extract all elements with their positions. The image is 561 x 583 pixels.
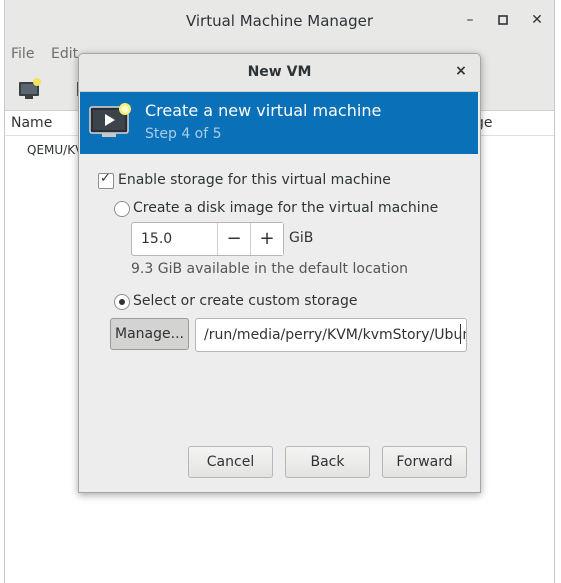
manage-button[interactable]: Manage...: [110, 318, 189, 350]
text-cursor: [460, 324, 461, 344]
minimize-icon[interactable]: –: [460, 10, 480, 30]
cancel-button[interactable]: Cancel: [188, 446, 273, 478]
wizard-title: Create a new virtual machine: [145, 101, 382, 120]
forward-button[interactable]: Forward: [382, 446, 467, 478]
new-vm-dialog: New VM × Create a new virtual machine St…: [78, 53, 481, 493]
custom-storage-radio[interactable]: [114, 294, 130, 310]
create-disk-radio[interactable]: [114, 201, 130, 217]
custom-storage-label[interactable]: Select or create custom storage: [133, 293, 358, 309]
enable-storage-label[interactable]: Enable storage for this virtual machine: [118, 172, 391, 188]
storage-path-input[interactable]: /run/media/perry/KVM/kvmStory/Ubuntu: [195, 318, 467, 352]
dialog-title: New VM: [247, 64, 312, 80]
virtual-machine-icon: [89, 103, 131, 137]
radio-selected-dot: [119, 299, 125, 305]
main-titlebar: Virtual Machine Manager – ✕: [5, 0, 554, 42]
new-vm-icon[interactable]: [17, 77, 43, 101]
storage-path-value: /run/media/perry/KVM/kvmStory/Ubuntu: [204, 327, 467, 343]
enable-storage-checkbox[interactable]: ✓: [98, 171, 114, 189]
menu-file[interactable]: File: [11, 46, 34, 62]
menu-edit[interactable]: Edit: [51, 46, 78, 62]
back-button[interactable]: Back: [285, 446, 370, 478]
wizard-header: Create a new virtual machine Step 4 of 5: [80, 92, 478, 154]
checkmark-icon: ✓: [100, 171, 111, 186]
increment-button[interactable]: +: [250, 223, 283, 255]
disk-size-unit: GiB: [289, 230, 314, 246]
dialog-titlebar: New VM ×: [79, 54, 480, 92]
create-disk-label[interactable]: Create a disk image for the virtual mach…: [133, 200, 438, 216]
wizard-step: Step 4 of 5: [145, 126, 222, 142]
decrement-button[interactable]: −: [217, 223, 250, 255]
available-space-text: 9.3 GiB available in the default locatio…: [131, 261, 409, 277]
close-window-icon[interactable]: ✕: [527, 10, 547, 30]
disk-size-spinner: 15.0 − +: [131, 222, 284, 256]
column-name[interactable]: Name: [11, 115, 52, 131]
disk-size-value[interactable]: 15.0: [141, 231, 172, 247]
connection-row[interactable]: QEMU/KV: [27, 143, 83, 157]
dialog-close-icon[interactable]: ×: [452, 63, 470, 79]
maximize-icon[interactable]: [493, 10, 513, 30]
